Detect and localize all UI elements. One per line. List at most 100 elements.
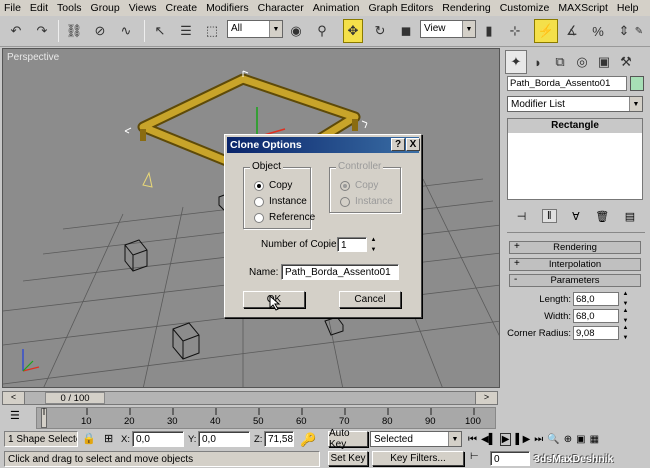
track-bar-icon[interactable]: ☰ [10,409,20,422]
clone-name-input[interactable]: Path_Borda_Assento01 [281,264,399,280]
select-and-scale-icon[interactable]: ◼ [396,19,416,43]
selection-filter-dropdown[interactable]: All ▼ [227,20,283,38]
make-unique-icon[interactable]: ∀ [572,210,580,223]
menu-customize[interactable]: Customize [496,2,555,14]
select-and-manipulate-toggle-icon[interactable]: ⊹ [505,19,525,43]
modifier-list-dropdown[interactable]: Modifier List ▼ [507,96,643,112]
select-and-rotate-icon[interactable]: ↻ [370,19,390,43]
key-filters-button[interactable]: Key Filters... [372,451,464,466]
rollout-rendering[interactable]: + Rendering [509,241,641,254]
zoom-extents-all-icon[interactable]: ▦ [590,434,599,445]
pin-stack-icon[interactable]: ⊣ [517,210,527,223]
menu-help[interactable]: Help [613,2,644,14]
object-instance-radio[interactable]: Instance [254,196,307,207]
menu-edit[interactable]: Edit [26,2,53,14]
select-and-move-icon[interactable]: ✥ [343,19,363,43]
track-bar[interactable]: 10 20 30 40 50 60 70 80 90 100 [36,407,496,429]
create-tab-icon[interactable]: ✦ [505,50,527,74]
select-object-icon[interactable]: ↖ [150,19,170,43]
length-spinner-icon[interactable]: ▲ ▼ [621,291,630,307]
rollout-interpolation[interactable]: + Interpolation [509,258,641,271]
menu-create[interactable]: Create [162,2,203,14]
select-by-name-icon[interactable]: ☰ [176,19,196,43]
lock-selection-icon[interactable]: 🔒 [82,432,96,445]
menu-maxscript[interactable]: MAXScript [554,2,613,14]
menu-rendering[interactable]: Rendering [438,2,495,14]
auto-key-button[interactable]: Auto Key [328,428,368,450]
menu-character[interactable]: Character [254,2,309,14]
bind-space-warp-icon[interactable]: ∿ [116,19,136,43]
motion-tab-icon[interactable]: ◎ [571,50,593,74]
snaps-toggle-icon[interactable]: ⚡ [534,19,558,43]
reference-coordinate-value: View [424,23,446,34]
remove-modifier-icon[interactable]: 🗑 [595,210,609,223]
menu-file[interactable]: File [0,2,26,14]
utilities-tab-icon[interactable]: ⚒ [615,50,637,74]
next-frame-icon[interactable]: ▌▶ [515,434,530,445]
absolute-mode-icon[interactable]: ⊞ [104,432,113,445]
display-tab-icon[interactable]: ▣ [593,50,615,74]
reference-coordinate-dropdown[interactable]: View ▼ [420,20,476,38]
x-coordinate-input[interactable]: 0,0 [132,431,184,447]
key-mode-toggle-icon[interactable]: ⊢ [470,451,479,462]
current-frame-input[interactable]: 0 [490,451,530,466]
width-spinner-icon[interactable]: ▲ ▼ [621,308,630,324]
configure-modifier-sets-icon[interactable]: ▤ [625,210,635,223]
object-name-input[interactable]: Path_Borda_Assento01 [507,76,627,91]
help-button[interactable]: ? [391,138,405,151]
unlink-icon[interactable]: ⊘ [90,19,110,43]
key-icon[interactable]: 🔑 [300,432,316,448]
go-to-end-icon[interactable]: ⏭ [534,434,543,445]
small-spline-object[interactable] [142,171,153,188]
menu-graph-editors[interactable]: Graph Editors [364,2,438,14]
corner-radius-input[interactable]: 9,08 [573,326,619,340]
menu-group[interactable]: Group [87,2,125,14]
hierarchy-tab-icon[interactable]: ⧉ [549,50,571,74]
zoom-icon[interactable]: 🔍 [547,434,559,445]
key-mode-dropdown[interactable]: Selected ▼ [370,431,462,447]
previous-frame-icon[interactable]: ◀▌ [481,434,496,445]
viewport-label[interactable]: Perspective [7,52,59,63]
percent-snap-icon[interactable]: % [588,19,608,43]
pivot-point-icon[interactable]: ▮ [479,19,499,43]
go-to-start-icon[interactable]: ⏮ [468,434,477,445]
redo-icon[interactable]: ↷ [32,19,52,43]
time-slider-track[interactable]: < 0 / 100 > [2,391,498,405]
show-end-result-icon[interactable]: ‖ [541,209,557,223]
stack-item-rectangle[interactable]: Rectangle [508,119,642,133]
edit-named-selection-icon[interactable]: ✎ [630,19,648,43]
z-coordinate-input[interactable]: 71,582 [264,431,294,447]
menu-modifiers[interactable]: Modifiers [202,2,254,14]
time-slider-prev[interactable]: < [3,392,25,404]
modify-tab-icon[interactable]: ◗ [527,50,549,74]
angle-snap-icon[interactable]: ∡ [562,19,582,43]
copies-spinner-icon[interactable]: ▲ ▼ [369,237,378,253]
number-of-copies-input[interactable]: 1 [337,237,367,252]
menu-animation[interactable]: Animation [309,2,365,14]
menu-views[interactable]: Views [125,2,162,14]
zoom-extents-icon[interactable]: ▣ [576,434,585,445]
menu-tools[interactable]: Tools [53,2,87,14]
cancel-button[interactable]: Cancel [339,291,401,308]
dialog-title-bar[interactable]: Clone Options ? X [227,137,420,153]
time-slider-thumb[interactable]: 0 / 100 [45,392,105,404]
corner-radius-spinner-icon[interactable]: ▲ ▼ [621,325,630,341]
close-button[interactable]: X [406,138,420,151]
undo-icon[interactable]: ↶ [6,19,26,43]
select-and-link-icon[interactable]: ⛓ [64,19,84,43]
object-color-swatch[interactable] [630,76,644,91]
zoom-all-icon[interactable]: ⊕ [564,434,572,445]
width-input[interactable]: 68,0 [573,309,619,323]
y-coordinate-input[interactable]: 0,0 [198,431,250,447]
rectangular-selection-icon[interactable]: ⬚ [202,19,222,43]
object-reference-radio[interactable]: Reference [254,212,315,223]
crossing-selection-icon[interactable]: ⚲ [312,19,332,43]
object-copy-radio[interactable]: Copy [254,180,292,191]
select-and-manipulate-icon[interactable]: ◉ [286,19,306,43]
play-icon[interactable]: ▶ [499,432,512,446]
rollout-parameters[interactable]: - Parameters [509,274,641,287]
stack-controls: ⊣ ‖ ∀ 🗑 ▤ [509,206,643,226]
time-slider-next[interactable]: > [475,392,497,404]
set-key-button[interactable]: Set Key [328,451,368,466]
length-input[interactable]: 68,0 [573,292,619,306]
